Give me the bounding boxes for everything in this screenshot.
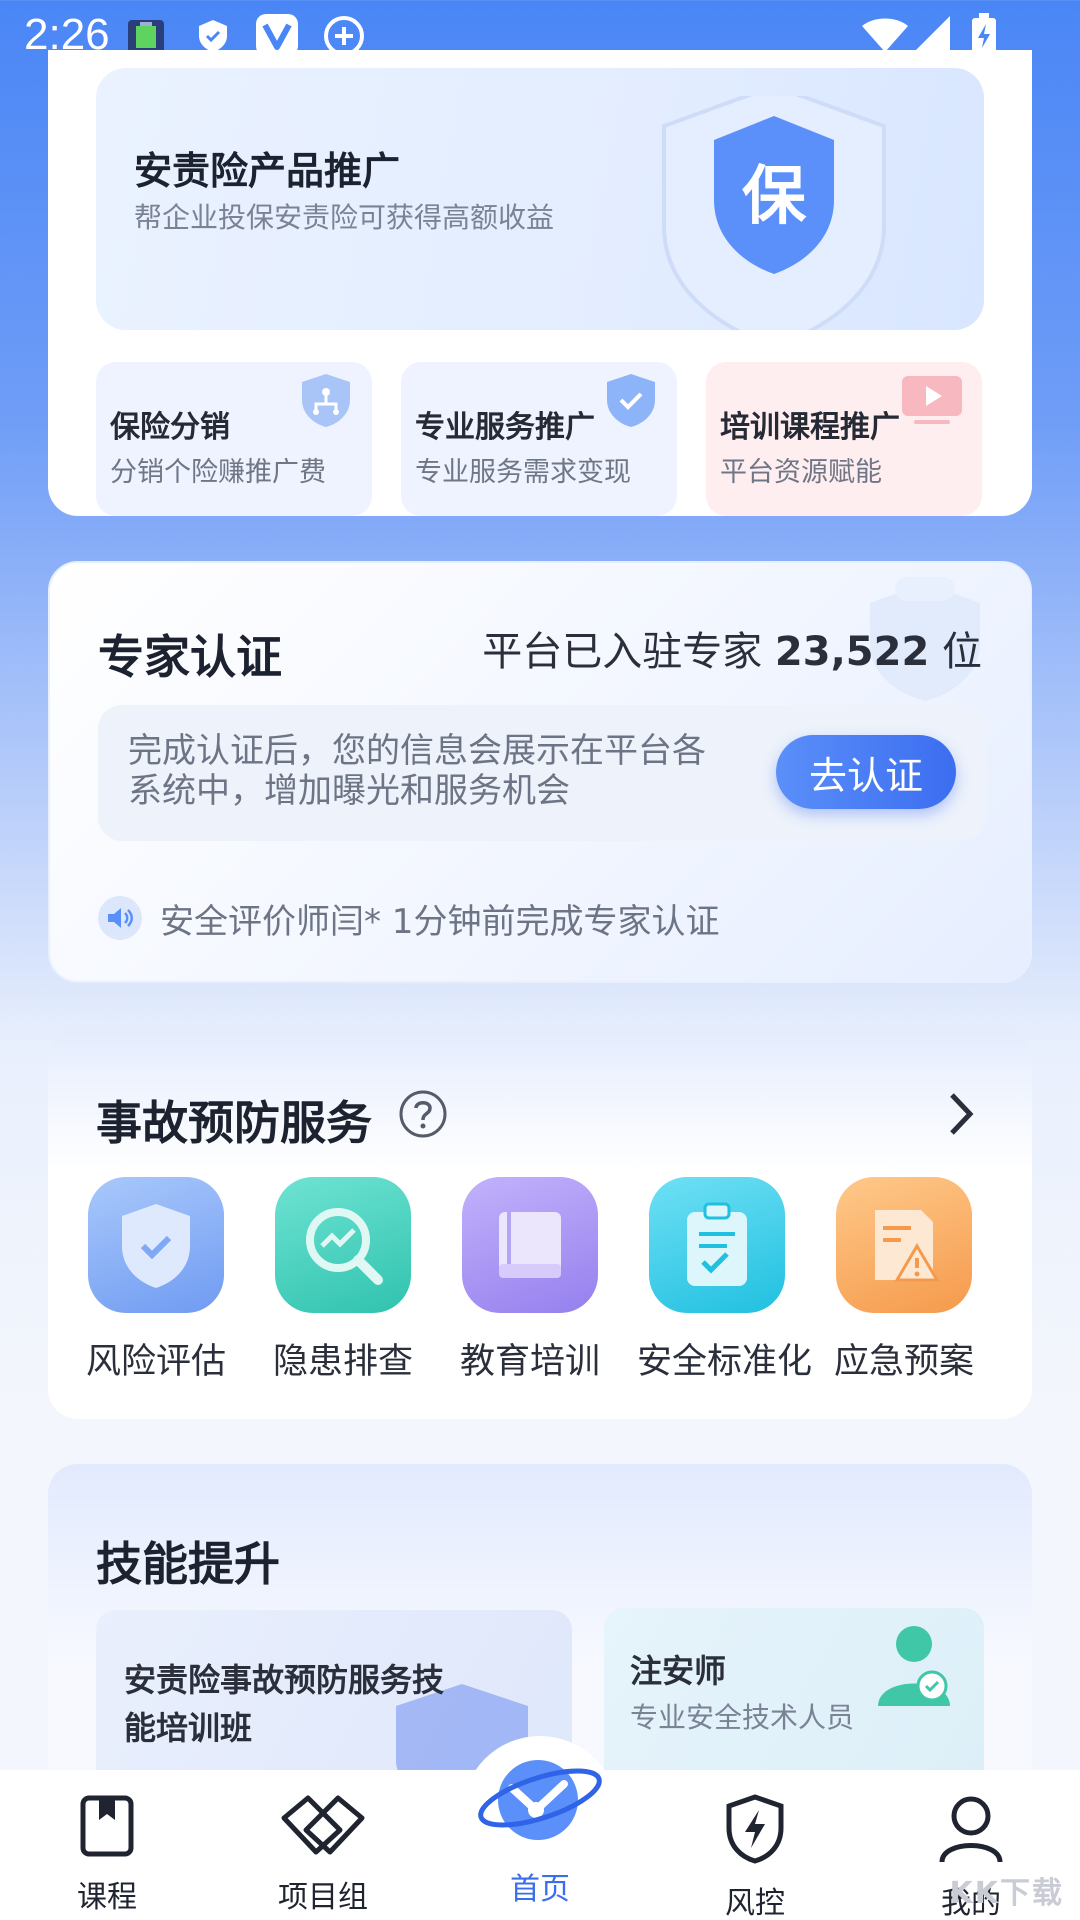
user-icon [939, 1796, 1003, 1863]
count-suffix: 位 [942, 629, 982, 675]
service-hazard-check[interactable]: 隐患排查 [263, 1177, 423, 1384]
home-globe-icon [478, 1760, 602, 1840]
bookmark-book-icon [80, 1795, 134, 1857]
banner-title: 安责险产品推广 [134, 149, 401, 193]
speaker-icon [98, 896, 142, 940]
notice-text: 安全评价师闫* 1分钟前完成专家认证 [160, 901, 720, 942]
skill-engineer-title: 注安师 [630, 1652, 727, 1690]
shield-check-icon [607, 374, 655, 427]
go-certify-button[interactable]: 去认证 [776, 735, 956, 809]
nav-label-active: 首页 [510, 1872, 570, 1907]
skill-course-title: 安责险事故预防服务技能培训班 [124, 1661, 445, 1747]
service-emergency-plan[interactable]: 应急预案 [824, 1177, 984, 1384]
nav-risk-control[interactable]: 风控 [680, 1794, 830, 1920]
tile-training-course[interactable]: 培训课程推广 平台资源赋能 [706, 362, 982, 516]
expert-certification-card: 专家认证 平台已入驻专家 23,522 位 完成认证后，您的信息会展示在平台各系… [48, 561, 1032, 983]
service-risk-assessment[interactable]: 风险评估 [76, 1177, 236, 1384]
service-label: 应急预案 [833, 1342, 974, 1382]
nav-home[interactable]: 首页 [462, 1736, 618, 1907]
service-label: 教育培训 [459, 1342, 600, 1382]
video-play-icon [902, 376, 962, 424]
skills-title: 技能提升 [96, 1537, 280, 1591]
warning-doc-icon [836, 1177, 972, 1313]
certification-notice: 安全评价师闫* 1分钟前完成专家认证 [98, 893, 719, 943]
nav-courses[interactable]: 课程 [32, 1794, 182, 1916]
tile-title: 培训课程推广 [720, 410, 900, 445]
service-safety-standardization[interactable]: 安全标准化 [637, 1177, 813, 1384]
shield-lightning-icon [726, 1794, 784, 1864]
skill-improvement-card: 技能提升 安责险事故预防服务技能培训班 注安师 专业安全技术人员 [48, 1464, 1032, 1790]
tile-subtitle: 平台资源赋能 [720, 457, 882, 488]
service-label: 安全标准化 [637, 1342, 813, 1382]
tile-professional-service[interactable]: 专业服务推广 专业服务需求变现 [401, 362, 677, 516]
nav-label: 课程 [77, 1880, 137, 1915]
accident-prevention-card: 事故预防服务 风险评估 隐患排查 教育培训 安全标准化 应急预案 [48, 1029, 1032, 1419]
signal-icon [914, 16, 950, 52]
tile-subtitle: 专业服务需求变现 [415, 457, 631, 488]
insurance-shield-icon: 保 [662, 96, 886, 330]
shield-status-icon [199, 20, 227, 52]
service-label: 隐患排查 [272, 1342, 413, 1382]
skill-safety-engineer-card[interactable]: 注安师 专业安全技术人员 [604, 1608, 984, 1788]
expert-count: 平台已入驻专家 23,522 位 [482, 619, 982, 677]
prevention-title: 事故预防服务 [96, 1096, 372, 1150]
tile-subtitle: 分销个险赚推广费 [110, 457, 326, 488]
clipboard-check-icon [649, 1177, 785, 1313]
service-label: 风险评估 [85, 1342, 226, 1382]
nav-label: 风控 [725, 1886, 785, 1920]
promo-card: 安责险产品推广 帮企业投保安责险可获得高额收益 保 保险分销 分销个险赚推广费 … [48, 50, 1032, 516]
service-education-training[interactable]: 教育培训 [450, 1177, 610, 1384]
count-prefix: 平台已入驻专家 [482, 629, 763, 675]
watermark: KK下载 [949, 1876, 1064, 1911]
bottom-navigation: 课程 项目组 首页 风控 我的 [0, 1736, 1080, 1920]
chevron-right-icon[interactable] [946, 1091, 976, 1137]
expert-info-box: 完成认证后，您的信息会展示在平台各系统中，增加曝光和服务机会 去认证 [98, 705, 986, 841]
help-icon[interactable] [398, 1089, 448, 1139]
skill-engineer-subtitle: 专业安全技术人员 [630, 1701, 855, 1734]
shield-char: 保 [742, 160, 807, 234]
tile-insurance-distribution[interactable]: 保险分销 分销个险赚推广费 [96, 362, 372, 516]
shield-check-icon [88, 1177, 224, 1313]
count-value: 23,522 [774, 629, 930, 675]
expert-description: 完成认证后，您的信息会展示在平台各系统中，增加曝光和服务机会 [128, 731, 706, 811]
tile-title: 保险分销 [110, 410, 230, 445]
handshake-icon [281, 1795, 365, 1855]
banner-subtitle: 帮企业投保安责险可获得高额收益 [134, 201, 555, 234]
nav-label: 项目组 [278, 1880, 368, 1915]
wifi-icon [862, 18, 908, 52]
expert-title: 专家认证 [98, 630, 282, 684]
book-icon [462, 1177, 598, 1313]
liability-insurance-banner[interactable]: 安责险产品推广 帮企业投保安责险可获得高额收益 保 [96, 68, 984, 330]
tile-title: 专业服务推广 [415, 410, 595, 445]
shield-tree-icon [302, 374, 350, 427]
engineer-avatar-icon [878, 1626, 950, 1706]
nav-project-group[interactable]: 项目组 [248, 1794, 398, 1916]
magnifier-chart-icon [275, 1177, 411, 1313]
